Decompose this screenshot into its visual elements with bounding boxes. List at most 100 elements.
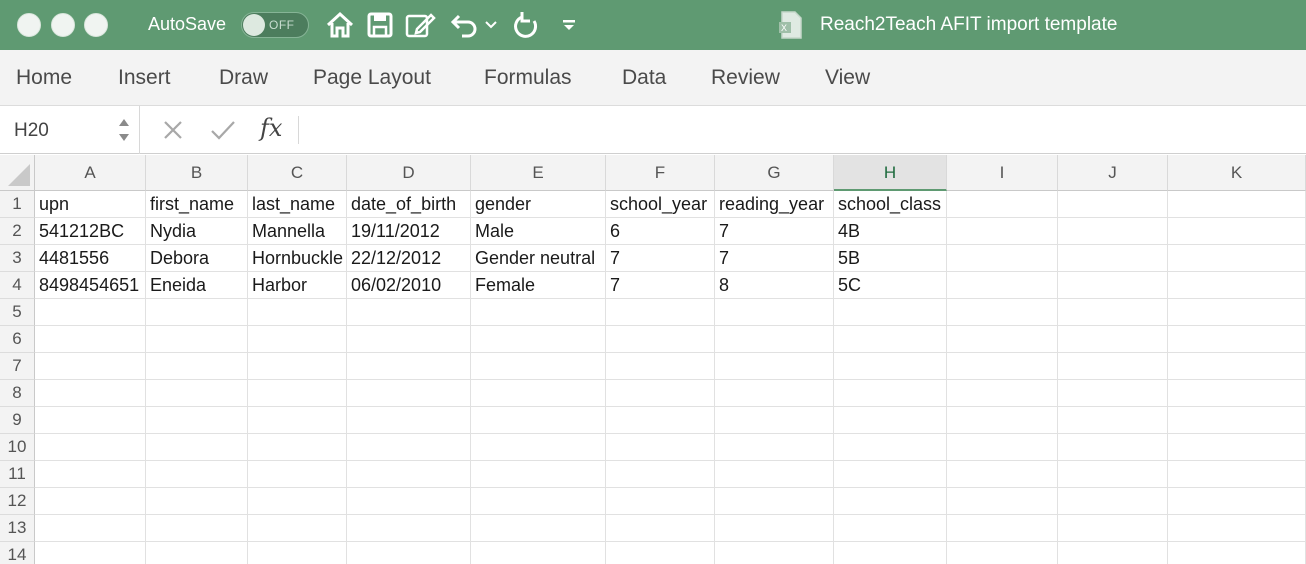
cell-g14[interactable]: [715, 542, 834, 564]
cell-f1[interactable]: school_year: [606, 191, 715, 218]
column-header-c[interactable]: C: [248, 155, 347, 191]
cell-d8[interactable]: [347, 380, 471, 407]
column-header-g[interactable]: G: [715, 155, 834, 191]
cell-k10[interactable]: [1168, 434, 1306, 461]
cell-a13[interactable]: [35, 515, 146, 542]
cell-j14[interactable]: [1058, 542, 1168, 564]
chevron-down-icon[interactable]: [481, 8, 501, 42]
cell-g6[interactable]: [715, 326, 834, 353]
cell-j8[interactable]: [1058, 380, 1168, 407]
row-header-6[interactable]: 6: [0, 326, 35, 353]
cell-h10[interactable]: [834, 434, 947, 461]
row-header-8[interactable]: 8: [0, 380, 35, 407]
column-header-a[interactable]: A: [35, 155, 146, 191]
cell-k1[interactable]: [1168, 191, 1306, 218]
cell-c6[interactable]: [248, 326, 347, 353]
row-header-3[interactable]: 3: [0, 245, 35, 272]
cell-k14[interactable]: [1168, 542, 1306, 564]
cell-f11[interactable]: [606, 461, 715, 488]
undo-icon[interactable]: [449, 8, 481, 42]
cell-j3[interactable]: [1058, 245, 1168, 272]
cell-i3[interactable]: [947, 245, 1058, 272]
cell-a1[interactable]: upn: [35, 191, 146, 218]
column-header-f[interactable]: F: [606, 155, 715, 191]
cell-d10[interactable]: [347, 434, 471, 461]
cell-f4[interactable]: 7: [606, 272, 715, 299]
cell-k3[interactable]: [1168, 245, 1306, 272]
cell-b4[interactable]: Eneida: [146, 272, 248, 299]
cell-c4[interactable]: Harbor: [248, 272, 347, 299]
cell-g10[interactable]: [715, 434, 834, 461]
cell-j1[interactable]: [1058, 191, 1168, 218]
row-header-9[interactable]: 9: [0, 407, 35, 434]
cell-e5[interactable]: [471, 299, 606, 326]
cell-c2[interactable]: Mannella: [248, 218, 347, 245]
cell-d13[interactable]: [347, 515, 471, 542]
cell-h5[interactable]: [834, 299, 947, 326]
cell-a6[interactable]: [35, 326, 146, 353]
cell-d9[interactable]: [347, 407, 471, 434]
cell-h3[interactable]: 5B: [834, 245, 947, 272]
row-header-10[interactable]: 10: [0, 434, 35, 461]
cell-d12[interactable]: [347, 488, 471, 515]
cell-i14[interactable]: [947, 542, 1058, 564]
cell-f12[interactable]: [606, 488, 715, 515]
cell-a12[interactable]: [35, 488, 146, 515]
cell-d3[interactable]: 22/12/2012: [347, 245, 471, 272]
cell-e9[interactable]: [471, 407, 606, 434]
cell-c3[interactable]: Hornbuckle: [248, 245, 347, 272]
cell-j11[interactable]: [1058, 461, 1168, 488]
column-header-j[interactable]: J: [1058, 155, 1168, 191]
cell-i5[interactable]: [947, 299, 1058, 326]
cell-d7[interactable]: [347, 353, 471, 380]
cell-h4[interactable]: 5C: [834, 272, 947, 299]
cell-k7[interactable]: [1168, 353, 1306, 380]
cell-f7[interactable]: [606, 353, 715, 380]
cell-i11[interactable]: [947, 461, 1058, 488]
insert-function-icon[interactable]: fx: [260, 114, 282, 142]
cell-e8[interactable]: [471, 380, 606, 407]
cell-c14[interactable]: [248, 542, 347, 564]
cell-c12[interactable]: [248, 488, 347, 515]
cell-c8[interactable]: [248, 380, 347, 407]
tab-insert[interactable]: Insert: [118, 66, 171, 90]
cell-a11[interactable]: [35, 461, 146, 488]
cell-i9[interactable]: [947, 407, 1058, 434]
cell-d6[interactable]: [347, 326, 471, 353]
row-header-1[interactable]: 1: [0, 191, 35, 218]
cell-i6[interactable]: [947, 326, 1058, 353]
cell-e6[interactable]: [471, 326, 606, 353]
customize-toolbar-icon[interactable]: [555, 8, 583, 42]
row-header-2[interactable]: 2: [0, 218, 35, 245]
cell-d5[interactable]: [347, 299, 471, 326]
cell-i12[interactable]: [947, 488, 1058, 515]
cell-b11[interactable]: [146, 461, 248, 488]
home-icon[interactable]: [324, 8, 356, 42]
cell-h9[interactable]: [834, 407, 947, 434]
tab-page-layout[interactable]: Page Layout: [313, 66, 431, 90]
cell-b2[interactable]: Nydia: [146, 218, 248, 245]
cell-d14[interactable]: [347, 542, 471, 564]
cell-k11[interactable]: [1168, 461, 1306, 488]
cancel-icon[interactable]: [158, 114, 188, 146]
cell-g13[interactable]: [715, 515, 834, 542]
cell-h6[interactable]: [834, 326, 947, 353]
column-header-d[interactable]: D: [347, 155, 471, 191]
cell-a10[interactable]: [35, 434, 146, 461]
cell-a7[interactable]: [35, 353, 146, 380]
cell-f13[interactable]: [606, 515, 715, 542]
cell-f9[interactable]: [606, 407, 715, 434]
row-header-4[interactable]: 4: [0, 272, 35, 299]
minimize-window-button[interactable]: [51, 13, 75, 37]
row-header-7[interactable]: 7: [0, 353, 35, 380]
cell-j5[interactable]: [1058, 299, 1168, 326]
cell-k2[interactable]: [1168, 218, 1306, 245]
cell-a2[interactable]: 541212BC: [35, 218, 146, 245]
cell-i8[interactable]: [947, 380, 1058, 407]
cell-g4[interactable]: 8: [715, 272, 834, 299]
edit-document-icon[interactable]: [405, 8, 437, 42]
cell-f6[interactable]: [606, 326, 715, 353]
cell-d11[interactable]: [347, 461, 471, 488]
column-header-k[interactable]: K: [1168, 155, 1306, 191]
cell-i4[interactable]: [947, 272, 1058, 299]
